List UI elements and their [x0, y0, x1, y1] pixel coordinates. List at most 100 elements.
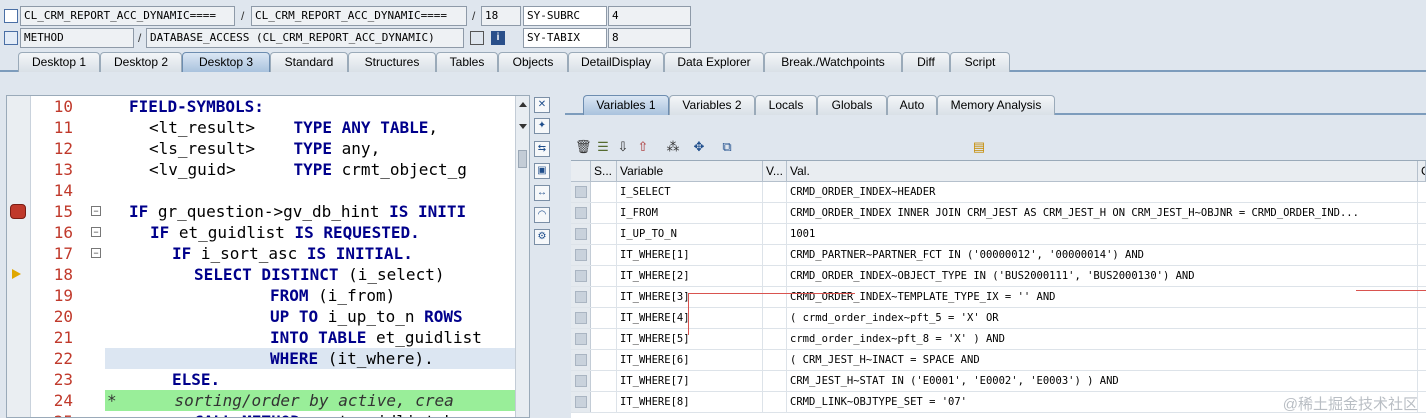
cell-value[interactable]: ( CRM_JEST_H~INACT = SPACE AND [787, 350, 1418, 371]
cell-variable[interactable]: IT_WHERE[1] [617, 245, 763, 266]
tab-globals[interactable]: Globals [817, 95, 887, 115]
fullscreen-icon[interactable]: ▣ [534, 163, 550, 179]
editor-scrollbar[interactable] [515, 96, 529, 417]
cell-status[interactable] [591, 203, 617, 224]
code-line[interactable]: 11 <lt_result> TYPE ANY TABLE, [7, 117, 517, 138]
new-tool-icon[interactable]: ✦ [534, 118, 550, 134]
cell-value[interactable]: CRMD_ORDER_INDEX~HEADER [787, 182, 1418, 203]
code-line[interactable]: 19 FROM (i_from) [7, 285, 517, 306]
program-field[interactable]: CL_CRM_REPORT_ACC_DYNAMIC==== [20, 6, 235, 26]
tab-detail-display[interactable]: DetailDisplay [568, 52, 664, 72]
sysvar-field-2[interactable]: SY-TABIX [523, 28, 607, 48]
cell-variable[interactable]: IT_WHERE[8] [617, 392, 763, 413]
cell-value-type[interactable] [763, 371, 787, 392]
table-row[interactable]: I_UP_TO_N 1001 [571, 224, 1426, 245]
cell-value[interactable]: CRM_JEST_H~STAT IN ('E0001', 'E0002', 'E… [787, 371, 1418, 392]
tab-desktop-2[interactable]: Desktop 2 [100, 52, 182, 72]
cell-status[interactable] [591, 371, 617, 392]
table-row[interactable]: IT_WHERE[2] CRMD_ORDER_INDEX~OBJECT_TYPE … [571, 266, 1426, 287]
code-line[interactable]: 25 CALL METHOD sort_guidlist_b [7, 411, 517, 417]
trash-icon[interactable]: 🗑 [575, 139, 592, 155]
cell-variable[interactable]: IT_WHERE[7] [617, 371, 763, 392]
cell-variable[interactable]: I_UP_TO_N [617, 224, 763, 245]
tab-script[interactable]: Script [950, 52, 1010, 72]
cell-value[interactable]: 1001 [787, 224, 1418, 245]
save-icon[interactable]: ▤ [971, 139, 987, 155]
cell-value-type[interactable] [763, 287, 787, 308]
code-line[interactable]: 10 FIELD-SYMBOLS: [7, 96, 517, 117]
row-selector[interactable] [571, 182, 591, 202]
cell-value-type[interactable] [763, 266, 787, 287]
row-selector[interactable] [571, 266, 591, 286]
cell-status[interactable] [591, 329, 617, 350]
line-field[interactable]: 18 [481, 6, 521, 26]
row-selector[interactable] [571, 392, 591, 412]
table-row[interactable]: IT_WHERE[6] ( CRM_JEST_H~INACT = SPACE AN… [571, 350, 1426, 371]
code-line[interactable]: 15 − IF gr_question->gv_db_hint IS INITI [7, 201, 517, 222]
header-value[interactable]: Val. [787, 161, 1418, 182]
tab-variables-1[interactable]: Variables 1 [583, 95, 669, 115]
cell-value-type[interactable] [763, 245, 787, 266]
cell-status[interactable] [591, 287, 617, 308]
cell-status[interactable] [591, 266, 617, 287]
code-line[interactable]: 21 INTO TABLE et_guidlist [7, 327, 517, 348]
code-line[interactable]: 12 <ls_result> TYPE any, [7, 138, 517, 159]
cell-value[interactable]: CRMD_ORDER_INDEX~OBJECT_TYPE IN ('BUS200… [787, 266, 1418, 287]
tab-locals[interactable]: Locals [755, 95, 817, 115]
table-row[interactable]: IT_WHERE[3] CRMD_ORDER_INDEX~TEMPLATE_TYP… [571, 287, 1426, 308]
fold-toggle[interactable]: − [91, 248, 101, 258]
header-value-type[interactable]: V... [763, 161, 787, 182]
settings-icon[interactable]: ⚙ [534, 229, 550, 245]
cell-variable[interactable]: IT_WHERE[2] [617, 266, 763, 287]
row-selector[interactable] [571, 245, 591, 265]
row-selector[interactable] [571, 203, 591, 223]
list-icon[interactable]: ☰ [595, 139, 611, 155]
cell-variable[interactable]: IT_WHERE[4] [617, 308, 763, 329]
sysvar-field-1[interactable]: SY-SUBRC [523, 6, 607, 26]
code-line[interactable]: 13 <lv_guid> TYPE crmt_object_g [7, 159, 517, 180]
row-selector[interactable] [571, 224, 591, 244]
code-line[interactable]: 16 − IF et_guidlist IS REQUESTED. [7, 222, 517, 243]
tab-variables-2[interactable]: Variables 2 [669, 95, 755, 115]
close-icon[interactable]: ✕ [534, 97, 550, 113]
row-selector[interactable] [571, 350, 591, 370]
comment-line[interactable]: 24 * sorting/order by active, crea [54, 390, 515, 411]
sysval-field-2[interactable]: 8 [608, 28, 691, 48]
row-selector[interactable] [571, 371, 591, 391]
cell-status[interactable] [591, 245, 617, 266]
tab-objects[interactable]: Objects [498, 52, 568, 72]
tab-desktop-3[interactable]: Desktop 3 [182, 52, 270, 72]
table-row[interactable]: IT_WHERE[5] crmd_order_index~pft_8 = 'X' … [571, 329, 1426, 350]
cell-value[interactable]: CRMD_ORDER_INDEX INNER JOIN CRM_JEST AS … [787, 203, 1418, 224]
tree-icon[interactable]: ⁂ [665, 139, 681, 155]
cell-value-type[interactable] [763, 224, 787, 245]
resize-icon[interactable]: ↔ [534, 185, 550, 201]
import-icon[interactable]: ⇩ [615, 139, 631, 155]
fold-toggle[interactable]: − [91, 206, 101, 216]
source-code-editor[interactable]: 10 FIELD-SYMBOLS: 11 <lt_result> TYPE AN… [6, 95, 530, 418]
code-line[interactable]: 20 UP TO i_up_to_n ROWS [7, 306, 517, 327]
cell-value-type[interactable] [763, 203, 787, 224]
tab-diff[interactable]: Diff [902, 52, 950, 72]
cell-value[interactable]: crmd_order_index~pft_8 = 'X' ) AND [787, 329, 1418, 350]
current-line[interactable]: 22 WHERE (it_where). [54, 348, 515, 369]
cell-status[interactable] [591, 350, 617, 371]
cell-value-type[interactable] [763, 329, 787, 350]
tab-break-watchpoints[interactable]: Break./Watchpoints [764, 52, 902, 72]
cell-status[interactable] [591, 392, 617, 413]
cell-value-type[interactable] [763, 350, 787, 371]
swap-tool-icon[interactable]: ⇆ [534, 141, 550, 157]
table-row[interactable]: IT_WHERE[7] CRM_JEST_H~STAT IN ('E0001', … [571, 371, 1426, 392]
tab-data-explorer[interactable]: Data Explorer [664, 52, 764, 72]
row-selector[interactable] [571, 329, 591, 349]
cell-status[interactable] [591, 308, 617, 329]
cell-value[interactable]: CRMD_ORDER_INDEX~TEMPLATE_TYPE_IX = '' A… [787, 287, 1418, 308]
scroll-thumb[interactable] [518, 150, 527, 168]
header-change[interactable]: C [1418, 161, 1426, 182]
cell-variable[interactable]: IT_WHERE[6] [617, 350, 763, 371]
row-selector[interactable] [571, 287, 591, 307]
table-row[interactable]: I_FROM CRMD_ORDER_INDEX INNER JOIN CRM_JE… [571, 203, 1426, 224]
scroll-down-icon[interactable] [519, 124, 527, 129]
header-status[interactable]: S... [591, 161, 617, 182]
cell-value[interactable]: CRMD_PARTNER~PARTNER_FCT IN ('00000012',… [787, 245, 1418, 266]
